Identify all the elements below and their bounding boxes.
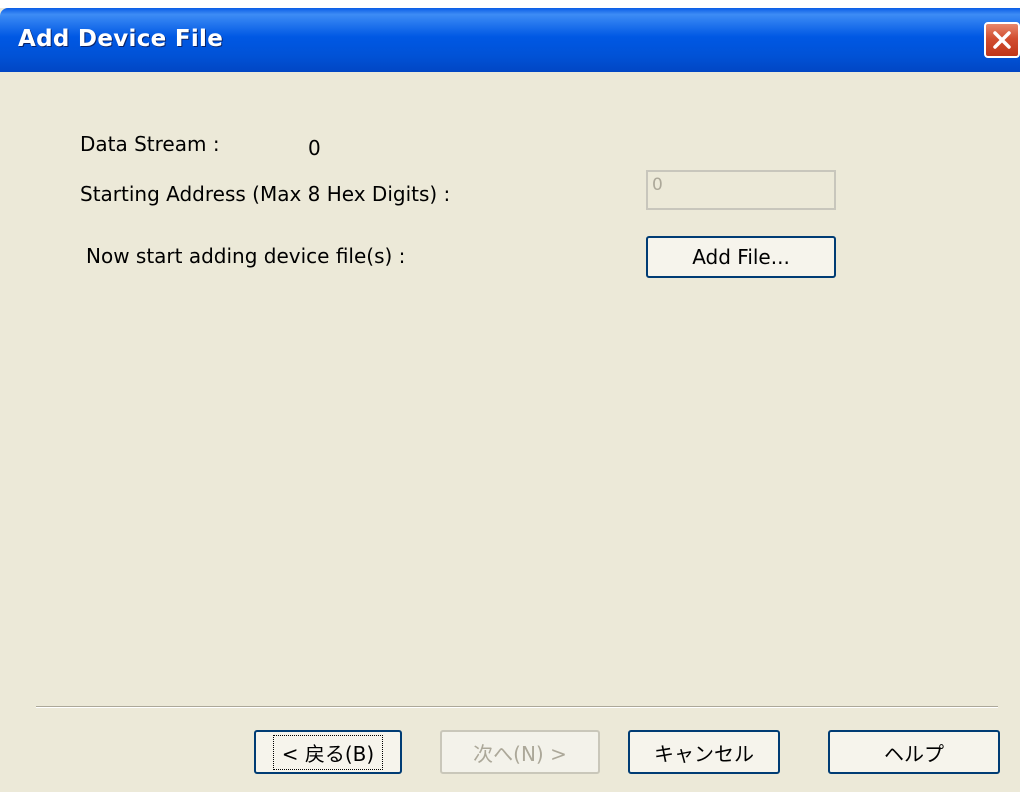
cancel-button[interactable]: キャンセル	[628, 730, 780, 774]
add-files-label: Now start adding device file(s) :	[86, 244, 406, 268]
window-title: Add Device File	[18, 26, 224, 52]
close-button[interactable]	[984, 22, 1020, 58]
add-device-file-dialog: Add Device File Data Stream : 0 Starting…	[0, 8, 1020, 792]
separator	[36, 706, 998, 708]
back-button[interactable]: < 戻る(B)	[254, 730, 402, 774]
close-icon	[993, 31, 1011, 49]
title-bar[interactable]: Add Device File	[0, 8, 1020, 72]
help-button[interactable]: ヘルプ	[828, 730, 1000, 774]
data-stream-value: 0	[308, 136, 321, 160]
data-stream-label: Data Stream :	[80, 132, 220, 156]
back-button-label: < 戻る(B)	[272, 734, 384, 770]
add-file-button[interactable]: Add File...	[646, 236, 836, 278]
starting-address-input[interactable]: 0	[646, 170, 836, 210]
next-button[interactable]: 次へ(N) >	[440, 730, 600, 774]
starting-address-label: Starting Address (Max 8 Hex Digits) :	[80, 182, 451, 206]
